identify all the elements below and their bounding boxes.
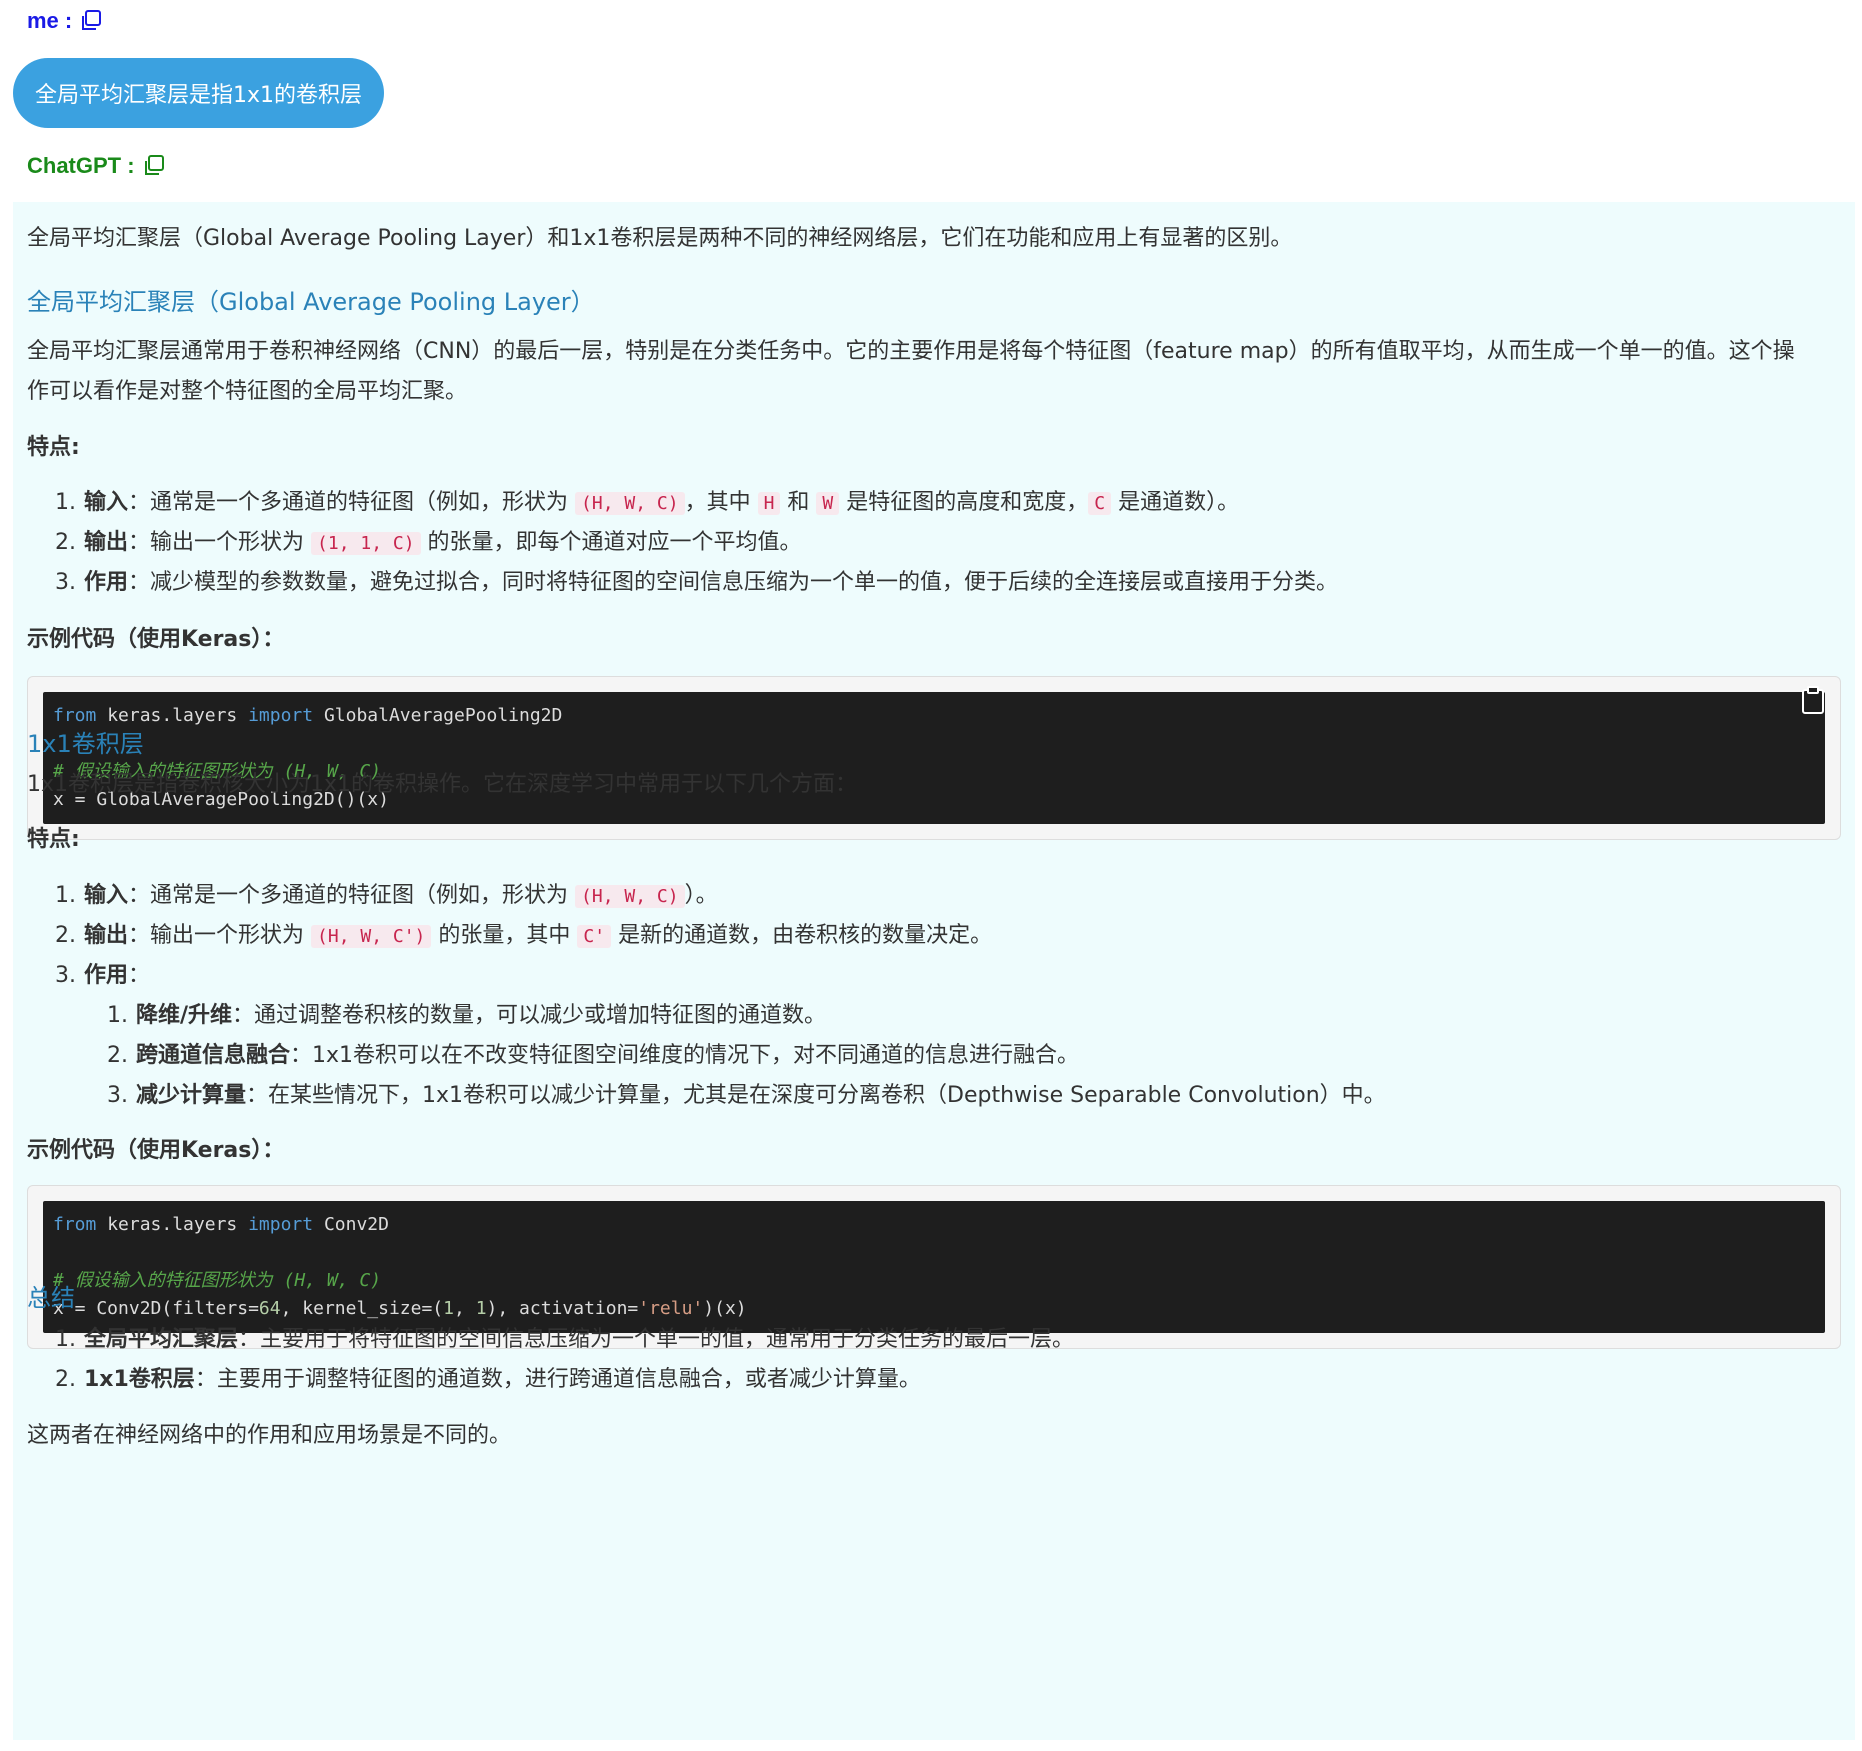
sub-list-item: 1. 降维/升维：通过调整卷积核的数量，可以减少或增加特征图的通道数。 [107,1003,827,1028]
inline-code: (H, W, C') [311,925,432,948]
inline-code: H [757,492,781,515]
list-item: 2. 输出：输出一个形状为 (H, W, C') 的张量，其中 C' 是新的通道数… [55,923,993,948]
gap-description-line1: 全局平均汇聚层通常用于卷积神经网络（CNN）的最后一层，特别是在分类任务中。它的… [27,339,1795,364]
assistant-message: 全局平均汇聚层（Global Average Pooling Layer）和1x… [13,202,1855,1740]
inline-code: W [816,492,840,515]
code-line: from keras.layers import GlobalAveragePo… [53,705,563,726]
sub-list-item: 2. 跨通道信息融合：1x1卷积可以在不改变特征图空间维度的情况下，对不同通道的信… [107,1043,1080,1068]
inline-code: C' [577,925,612,948]
inline-code: C [1088,492,1112,515]
conv-example-label: 示例代码（使用Keras）： [27,1138,285,1163]
gap-example-label: 示例代码（使用Keras）： [27,627,285,652]
section-heading-summary: 总结 [27,1284,75,1312]
gap-description-line2: 作可以看作是对整个特征图的全局平均汇聚。 [27,379,468,404]
user-message-bubble: 全局平均汇聚层是指1x1的卷积层 [13,58,385,128]
gap-features-label: 特点: [27,435,80,460]
inline-code: (H, W, C) [575,492,685,515]
list-item: 2. 1x1卷积层：主要用于调整特征图的通道数，进行跨通道信息融合，或者减少计算量… [55,1367,921,1392]
section-heading-gap: 全局平均汇聚层（Global Average Pooling Layer） [27,288,595,316]
code-comment: # 假设输入的特征图形状为 (H, W, C) [53,1270,382,1291]
inline-code: (1, 1, C) [311,532,421,555]
copy-icon[interactable] [78,8,104,34]
inline-code: (H, W, C) [575,885,685,908]
conv-description: 1x1卷积层是指卷积核大小为1x1的卷积操作。它在深度学习中常用于以下几个方面： [27,772,858,797]
conv-features-label: 特点: [27,827,80,852]
code-line: from keras.layers import Conv2D [53,1214,389,1235]
code-block: from keras.layers import Conv2D # 假设输入的特… [43,1201,1825,1333]
code-block-container: from keras.layers import GlobalAveragePo… [27,676,1841,840]
user-speaker-label: me : [27,8,104,34]
list-item: 1. 输入：通常是一个多通道的特征图（例如，形状为 (H, W, C) ，其中 H … [55,490,1240,515]
assistant-speaker-label: ChatGPT : [27,153,167,179]
user-label: me : [27,8,73,33]
code-line: x = Conv2D(filters=64, kernel_size=(1, 1… [53,1298,747,1319]
section-heading-conv: 1x1卷积层 [27,730,144,758]
list-item: 3. 作用： [55,963,151,988]
assistant-label: ChatGPT : [27,153,135,178]
list-item: 1. 全局平均汇聚层：主要用于将特征图的空间信息压缩为一个单一的值，通常用于分类任… [55,1327,1075,1352]
list-item: 1. 输入：通常是一个多通道的特征图（例如，形状为 (H, W, C)）。 [55,883,718,908]
closing-paragraph: 这两者在神经网络中的作用和应用场景是不同的。 [27,1423,512,1448]
intro-paragraph: 全局平均汇聚层（Global Average Pooling Layer）和1x… [27,226,1293,251]
sub-list-item: 3. 减少计算量：在某些情况下，1x1卷积可以减少计算量，尤其是在深度可分离卷积（… [107,1083,1386,1108]
list-item: 2. 输出：输出一个形状为 (1, 1, C) 的张量，即每个通道对应一个平均值。 [55,530,802,555]
list-item: 3. 作用：减少模型的参数数量，避免过拟合，同时将特征图的空间信息压缩为一个单一的… [55,570,1339,595]
copy-icon[interactable] [141,153,167,179]
copy-code-button[interactable] [1798,685,1828,715]
